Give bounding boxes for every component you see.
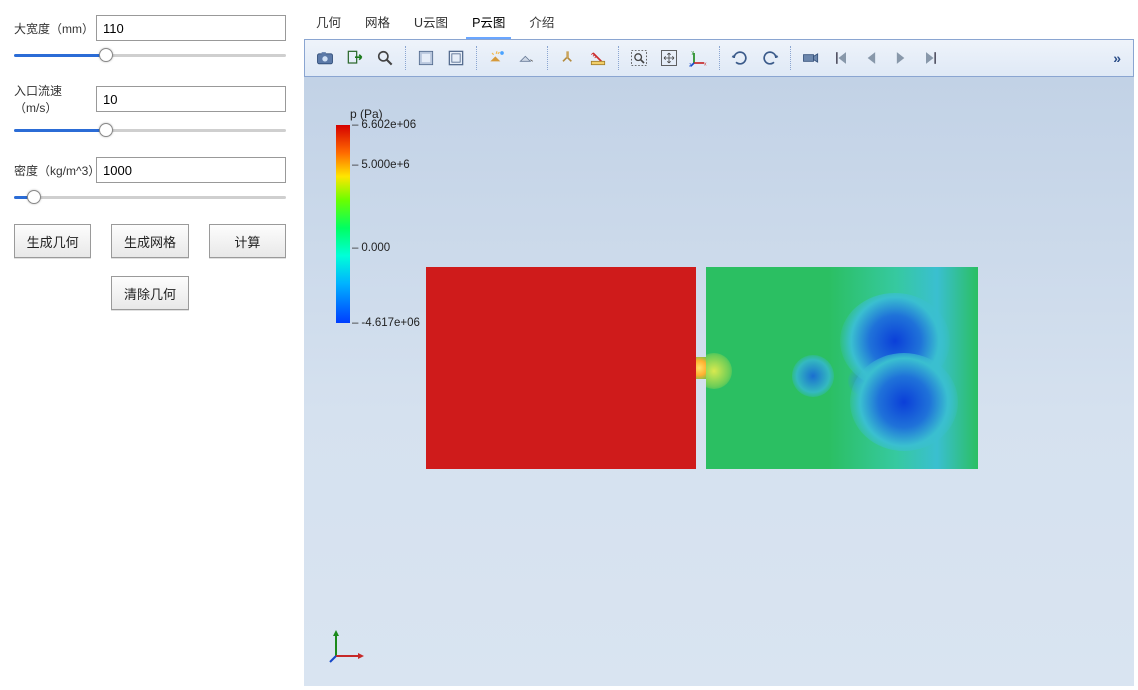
param-slider-density[interactable] — [14, 195, 286, 199]
param-input-density[interactable] — [96, 157, 286, 183]
step-back-icon[interactable] — [857, 44, 885, 72]
toolbar-separator — [618, 46, 619, 70]
skip-last-icon[interactable] — [917, 44, 945, 72]
legend-tick: 5.000e+6 — [352, 159, 410, 171]
param-label-inlet: 入口流速（m/s） — [14, 82, 96, 116]
render-solid-icon[interactable] — [412, 44, 440, 72]
generate-mesh-button[interactable]: 生成网格 — [111, 224, 188, 258]
zoom-icon[interactable] — [371, 44, 399, 72]
param-input-width[interactable] — [96, 15, 286, 41]
axes-icon[interactable]: yxz — [685, 44, 713, 72]
clear-icon[interactable] — [554, 44, 582, 72]
toolbar-separator — [790, 46, 791, 70]
rotate-cw-icon[interactable] — [726, 44, 754, 72]
toolbar-separator — [405, 46, 406, 70]
tab-mesh[interactable]: 网格 — [363, 10, 392, 33]
toolbar-separator — [719, 46, 720, 70]
svg-text:x: x — [704, 62, 707, 68]
toolbar-separator — [476, 46, 477, 70]
screenshot-icon[interactable] — [311, 44, 339, 72]
pan-icon[interactable] — [655, 44, 683, 72]
render-viewport[interactable]: p (Pa) 6.602e+06 5.000e+6 0.000 -4.617e+… — [304, 77, 1134, 686]
play-icon[interactable] — [887, 44, 915, 72]
tab-about[interactable]: 介绍 — [527, 10, 556, 33]
render-wire-icon[interactable] — [442, 44, 470, 72]
export-icon[interactable] — [341, 44, 369, 72]
param-label-density: 密度（kg/m^3） — [14, 162, 96, 179]
downstream-chamber — [706, 267, 978, 469]
camera-icon[interactable] — [797, 44, 825, 72]
skip-first-icon[interactable] — [827, 44, 855, 72]
toolbar-overflow-button[interactable]: » — [1107, 50, 1127, 66]
legend-ticks: 6.602e+06 5.000e+6 0.000 -4.617e+06 — [350, 125, 430, 323]
tab-u-contour[interactable]: U云图 — [412, 10, 450, 33]
param-input-inlet[interactable] — [96, 86, 286, 112]
legend-tick: -4.617e+06 — [352, 317, 420, 329]
color-legend: p (Pa) 6.602e+06 5.000e+6 0.000 -4.617e+… — [336, 107, 430, 323]
shading-icon[interactable] — [513, 44, 541, 72]
view-tabs: 几何 网格 U云图 P云图 介绍 — [300, 0, 1138, 39]
pressure-contour — [426, 267, 980, 469]
zoom-box-icon[interactable] — [625, 44, 653, 72]
compute-button[interactable]: 计算 — [209, 224, 286, 258]
tab-geometry[interactable]: 几何 — [314, 10, 343, 33]
lighting-icon[interactable] — [483, 44, 511, 72]
legend-colorbar — [336, 125, 350, 323]
generate-geometry-button[interactable]: 生成几何 — [14, 224, 91, 258]
param-slider-inlet[interactable] — [14, 128, 286, 132]
param-slider-width[interactable] — [14, 53, 286, 57]
clear-geometry-button[interactable]: 清除几何 — [111, 276, 189, 310]
ruler-icon[interactable] — [584, 44, 612, 72]
view-toolbar: yxz » — [304, 39, 1134, 77]
tab-p-contour[interactable]: P云图 — [470, 10, 507, 33]
legend-tick: 0.000 — [352, 242, 390, 254]
param-label-width: 大宽度（mm） — [14, 20, 96, 37]
legend-tick: 6.602e+06 — [352, 119, 416, 131]
rotate-ccw-icon[interactable] — [756, 44, 784, 72]
toolbar-separator — [547, 46, 548, 70]
upstream-chamber — [426, 267, 696, 469]
orientation-triad-icon — [328, 624, 368, 664]
